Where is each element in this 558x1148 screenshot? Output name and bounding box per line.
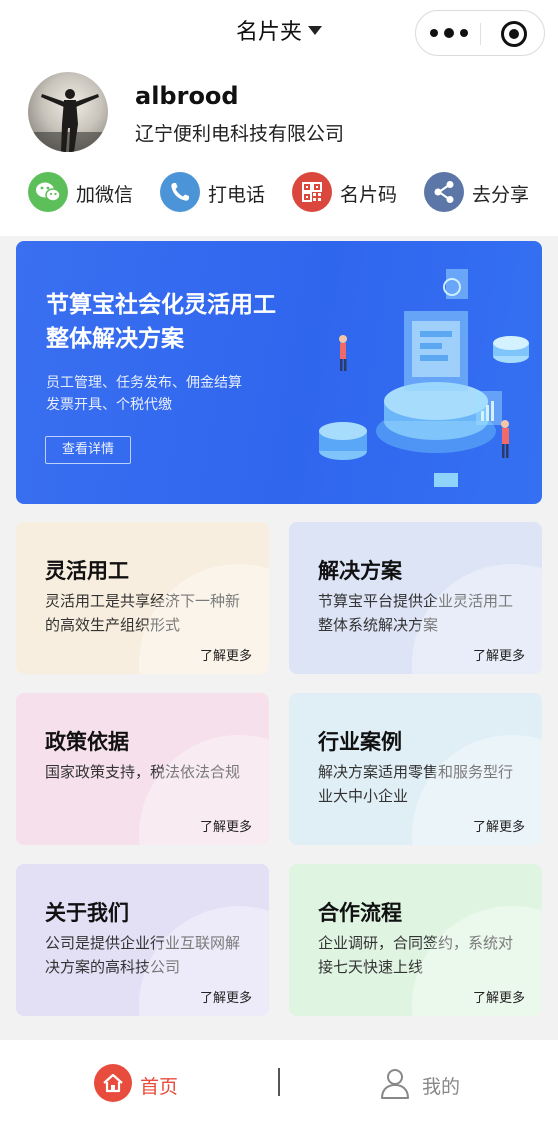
card-title: 关于我们 xyxy=(45,901,129,925)
miniprogram-capsule xyxy=(415,10,545,56)
call-label: 打电话 xyxy=(208,184,266,206)
banner-subtitle: 员工管理、任务发布、佣金结算 发票开具、个税代缴 xyxy=(46,372,276,416)
learn-more-link[interactable]: 了解更多 xyxy=(200,816,252,835)
bottom-tab-bar: 首页 我的 xyxy=(0,1040,558,1148)
avatar[interactable] xyxy=(28,72,108,152)
card-description: 企业调研，合同签约，系统对接七天快速上线 xyxy=(318,934,514,976)
card-title: 合作流程 xyxy=(318,901,402,925)
qrcode-icon xyxy=(292,172,332,212)
wechat-icon xyxy=(28,172,68,212)
isometric-platform-illustration xyxy=(319,269,529,487)
caret-down-icon xyxy=(308,26,322,35)
card-about-us[interactable]: 关于我们 公司是提供企业行业互联网解决方案的高科技公司 了解更多 xyxy=(16,864,269,1016)
card-description: 节算宝平台提供企业灵活用工整体系统解决方案 xyxy=(318,592,514,634)
card-solution[interactable]: 解决方案 节算宝平台提供企业灵活用工整体系统解决方案 了解更多 xyxy=(289,522,542,674)
card-industry-cases[interactable]: 行业案例 解决方案适用零售和服务型行业大中小企业 了解更多 xyxy=(289,693,542,845)
tab-home-label: 首页 xyxy=(140,1076,179,1098)
share-label: 去分享 xyxy=(472,184,530,206)
card-title: 灵活用工 xyxy=(45,559,129,583)
user-icon xyxy=(381,1069,409,1099)
banner-subtitle-line1: 员工管理、任务发布、佣金结算 xyxy=(46,375,242,391)
card-cooperation-process[interactable]: 合作流程 企业调研，合同签约，系统对接七天快速上线 了解更多 xyxy=(289,864,542,1016)
learn-more-link[interactable]: 了解更多 xyxy=(473,645,525,664)
tab-mine[interactable]: 我的 xyxy=(376,1064,460,1104)
learn-more-link[interactable]: 了解更多 xyxy=(473,816,525,835)
card-title: 解决方案 xyxy=(318,559,402,583)
tab-divider xyxy=(278,1068,280,1096)
share-icon xyxy=(424,172,464,212)
nav-title-text: 名片夹 xyxy=(235,20,302,45)
learn-more-link[interactable]: 了解更多 xyxy=(473,987,525,1006)
view-details-button[interactable]: 查看详情 xyxy=(45,436,131,464)
learn-more-link[interactable]: 了解更多 xyxy=(200,645,252,664)
solution-banner[interactable]: 节算宝社会化灵活用工 整体解决方案 员工管理、任务发布、佣金结算 发票开具、个税… xyxy=(16,241,542,504)
card-flexible-employment[interactable]: 灵活用工 灵活用工是共享经济下一种新的高效生产组织形式 了解更多 xyxy=(16,522,269,674)
tab-home[interactable]: 首页 xyxy=(94,1064,178,1104)
banner-subtitle-line2: 发票开具、个税代缴 xyxy=(46,397,172,413)
close-miniprogram-icon[interactable] xyxy=(501,21,527,47)
card-description: 公司是提供企业行业互联网解决方案的高科技公司 xyxy=(45,934,241,976)
profile-company: 辽宁便利电科技有限公司 xyxy=(135,123,345,145)
card-code-label: 名片码 xyxy=(340,184,398,206)
learn-more-link[interactable]: 了解更多 xyxy=(200,987,252,1006)
card-description: 国家政策支持，税法依法合规 xyxy=(45,763,241,781)
profile-name: albrood xyxy=(135,82,239,110)
card-title: 行业案例 xyxy=(318,730,402,754)
tab-mine-label: 我的 xyxy=(422,1076,461,1098)
more-icon[interactable] xyxy=(430,25,470,41)
card-description: 灵活用工是共享经济下一种新的高效生产组织形式 xyxy=(45,592,241,634)
card-title: 政策依据 xyxy=(45,730,129,754)
card-description: 解决方案适用零售和服务型行业大中小企业 xyxy=(318,763,514,805)
home-icon xyxy=(94,1064,132,1102)
card-policy[interactable]: 政策依据 国家政策支持，税法依法合规 了解更多 xyxy=(16,693,269,845)
add-wechat-label: 加微信 xyxy=(76,184,134,206)
navigation-bar: 名片夹 xyxy=(0,0,558,64)
phone-icon xyxy=(160,172,200,212)
capsule-divider xyxy=(480,23,481,45)
